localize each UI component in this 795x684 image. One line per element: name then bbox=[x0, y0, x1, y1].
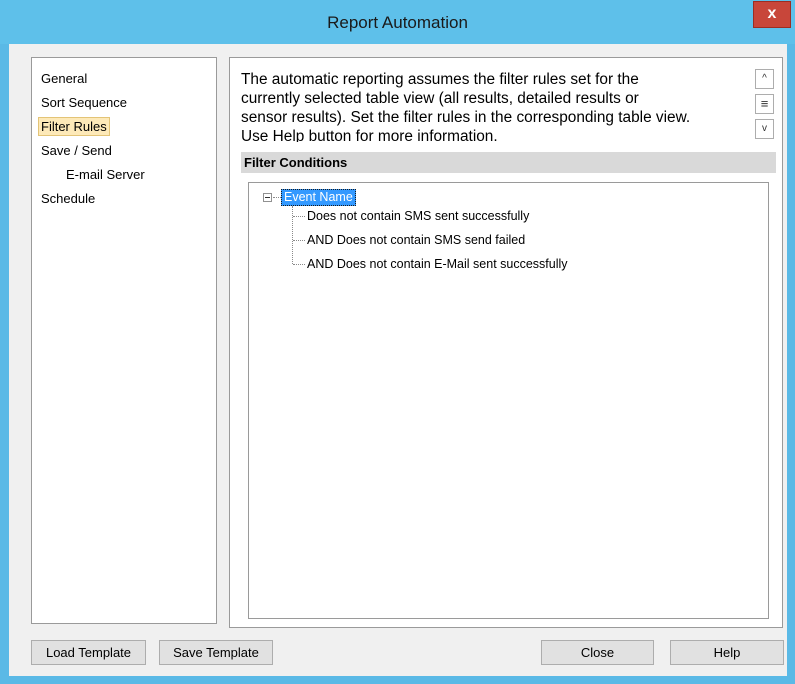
description-scrollbar[interactable]: ^ ≡ v bbox=[755, 69, 775, 140]
save-template-button[interactable]: Save Template bbox=[159, 640, 273, 665]
description-line: sensor results). Set the filter rules in… bbox=[241, 109, 691, 126]
nav-item-email-server[interactable]: E-mail Server bbox=[63, 165, 148, 184]
collapse-icon[interactable] bbox=[263, 193, 272, 202]
tree-connector bbox=[292, 206, 293, 264]
nav-item-schedule[interactable]: Schedule bbox=[38, 189, 98, 208]
help-button[interactable]: Help bbox=[670, 640, 784, 665]
close-window-button[interactable]: x bbox=[753, 1, 791, 28]
filter-conditions-header: Filter Conditions bbox=[241, 152, 776, 173]
description-text: The automatic reporting assumes the filt… bbox=[241, 70, 753, 142]
load-template-button[interactable]: Load Template bbox=[31, 640, 146, 665]
navigation-pane: General Sort Sequence Filter Rules Save … bbox=[31, 57, 217, 624]
tree-leaf-condition[interactable]: AND Does not contain SMS send failed bbox=[307, 232, 525, 248]
tree-connector bbox=[293, 240, 305, 241]
tree-connector bbox=[273, 197, 281, 198]
scroll-down-icon[interactable]: v bbox=[755, 119, 774, 139]
dialog-body: General Sort Sequence Filter Rules Save … bbox=[9, 44, 787, 676]
scroll-up-icon[interactable]: ^ bbox=[755, 69, 774, 89]
nav-item-filter-rules[interactable]: Filter Rules bbox=[38, 117, 110, 136]
tree-leaf-condition[interactable]: AND Does not contain E-Mail sent success… bbox=[307, 256, 568, 272]
title-bar[interactable]: Report Automation x bbox=[0, 0, 795, 44]
nav-item-general[interactable]: General bbox=[38, 69, 90, 88]
window-title: Report Automation bbox=[327, 13, 468, 32]
description-line: currently selected table view (all resul… bbox=[241, 90, 639, 107]
tree-connector bbox=[293, 264, 305, 265]
tree-connector bbox=[293, 216, 305, 217]
scroll-thumb[interactable]: ≡ bbox=[755, 94, 774, 114]
tree-leaf-condition[interactable]: Does not contain SMS sent successfully bbox=[307, 208, 529, 224]
description-line: The automatic reporting assumes the filt… bbox=[241, 71, 639, 88]
tree-root-event-name[interactable]: Event Name bbox=[281, 189, 356, 206]
nav-item-sort-sequence[interactable]: Sort Sequence bbox=[38, 93, 130, 112]
filter-conditions-tree[interactable]: Event Name Does not contain SMS sent suc… bbox=[248, 182, 769, 619]
nav-item-save-send[interactable]: Save / Send bbox=[38, 141, 115, 160]
close-button[interactable]: Close bbox=[541, 640, 654, 665]
description-line: Use Help button for more information. bbox=[241, 128, 498, 142]
content-pane: The automatic reporting assumes the filt… bbox=[229, 57, 783, 628]
